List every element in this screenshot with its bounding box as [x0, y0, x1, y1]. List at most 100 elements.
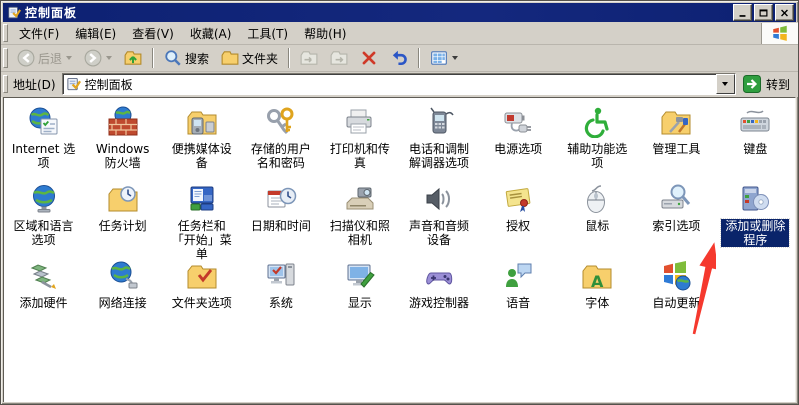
- menu-tools[interactable]: 工具(T): [239, 23, 296, 44]
- toolbar-delete-button[interactable]: [355, 46, 383, 70]
- toolbar-copy-to-button[interactable]: [325, 46, 353, 70]
- control-panel-item-accessibility[interactable]: 辅助功能选项: [558, 106, 637, 183]
- menu-view[interactable]: 查看(V): [124, 23, 182, 44]
- control-panel-item-game-controllers[interactable]: 游戏控制器: [399, 260, 478, 337]
- address-input[interactable]: 控制面板: [61, 73, 736, 95]
- control-panel-item-windows-firewall[interactable]: Windows 防火墙: [83, 106, 162, 183]
- control-panel-item-system[interactable]: 系统: [241, 260, 320, 337]
- menu-edit[interactable]: 编辑(E): [67, 23, 124, 44]
- control-panel-item-network-connections[interactable]: 网络连接: [83, 260, 162, 337]
- control-panel-item-scanners-cameras[interactable]: 扫描仪和照相机: [320, 183, 399, 260]
- minimize-button[interactable]: [733, 4, 752, 21]
- toolbar-views-button[interactable]: [425, 46, 463, 70]
- menu-bar: 文件(F) 编辑(E) 查看(V) 收藏(A) 工具(T) 帮助(H): [1, 22, 798, 45]
- portable-media-icon: [186, 106, 218, 138]
- mouse-icon: [581, 183, 613, 215]
- control-panel-item-add-remove-programs[interactable]: 添加或删除程序: [716, 183, 795, 260]
- toolbar-search-button[interactable]: 搜索: [159, 46, 214, 70]
- date-time-icon: [265, 183, 297, 215]
- control-panel-item-keyboard[interactable]: 键盘: [716, 106, 795, 183]
- control-panel-item-automatic-updates[interactable]: 自动更新: [637, 260, 716, 337]
- toolbar-back-button[interactable]: 后退: [12, 46, 77, 70]
- toolbar-grip[interactable]: [3, 47, 8, 69]
- views-icon: [430, 49, 448, 67]
- address-bar: 地址(D) 控制面板 转到: [1, 72, 798, 97]
- menubar-grip[interactable]: [3, 24, 8, 42]
- control-panel-item-scheduled-tasks[interactable]: 任务计划: [83, 183, 162, 260]
- toolbar-back-label: 后退: [38, 51, 63, 66]
- toolbar-separator: [288, 48, 291, 68]
- control-panel-item-speech[interactable]: 语音: [479, 260, 558, 337]
- go-button[interactable]: 转到: [736, 75, 798, 93]
- toolbar-separator: [418, 48, 421, 68]
- control-panel-item-display[interactable]: 显示: [320, 260, 399, 337]
- system-icon: [265, 260, 297, 292]
- folder-content-area: Internet 选项 Windows 防火墙 便携媒体设备 存储的用户名和密码 打印机…: [3, 97, 796, 402]
- chevron-down-icon: [722, 82, 729, 86]
- close-button[interactable]: [775, 4, 794, 21]
- control-panel-item-label: 显示: [347, 296, 372, 310]
- control-panel-item-power-options[interactable]: 电源选项: [479, 106, 558, 183]
- control-panel-item-label: 任务计划: [98, 219, 147, 233]
- control-panel-item-taskbar-start-menu[interactable]: 任务栏和「开始」菜单: [162, 183, 241, 261]
- maximize-button[interactable]: [754, 4, 773, 21]
- control-panel-item-label: 语音: [506, 296, 531, 310]
- folder-move-icon: [300, 49, 318, 67]
- control-panel-item-add-hardware[interactable]: 添加硬件: [4, 260, 83, 337]
- control-panel-item-label: 授权: [506, 219, 531, 233]
- accessibility-icon: [581, 106, 613, 138]
- control-panel-item-date-time[interactable]: 日期和时间: [241, 183, 320, 260]
- control-panel-item-licensing[interactable]: 授权: [479, 183, 558, 260]
- control-panel-item-indexing-options[interactable]: 索引选项: [637, 183, 716, 260]
- control-panel-item-regional-language[interactable]: 区域和语言选项: [4, 183, 83, 260]
- control-panel-item-admin-tools[interactable]: 管理工具: [637, 106, 716, 183]
- control-panel-item-printers-faxes[interactable]: 打印机和传真: [320, 106, 399, 183]
- window-title: 控制面板: [25, 6, 78, 20]
- control-panel-item-label: 日期和时间: [250, 219, 311, 233]
- control-panel-item-folder-options[interactable]: 文件夹选项: [162, 260, 241, 337]
- control-panel-item-phone-modem[interactable]: 电话和调制解调器选项: [399, 106, 478, 183]
- menu-file[interactable]: 文件(F): [11, 23, 67, 44]
- add-remove-programs-icon: [739, 183, 771, 215]
- toolbar-undo-button[interactable]: [385, 46, 413, 70]
- control-panel-item-internet-options[interactable]: Internet 选项: [4, 106, 83, 183]
- control-panel-item-label: 便携媒体设备: [171, 142, 232, 170]
- speech-icon: [502, 260, 534, 292]
- sounds-audio-icon: [423, 183, 455, 215]
- control-panel-item-label: 系统: [268, 296, 293, 310]
- control-panel-item-sounds-audio[interactable]: 声音和音频设备: [399, 183, 478, 260]
- chevron-down-icon: [66, 56, 73, 60]
- keyboard-icon: [739, 106, 771, 138]
- toolbar-move-to-button[interactable]: [295, 46, 323, 70]
- title-bar[interactable]: 控制面板: [3, 3, 796, 22]
- admin-tools-icon: [660, 106, 692, 138]
- toolbar-forward-button[interactable]: [79, 46, 117, 70]
- game-controllers-icon: [423, 260, 455, 292]
- toolbar-folders-button[interactable]: 文件夹: [216, 46, 283, 70]
- icon-grid: Internet 选项 Windows 防火墙 便携媒体设备 存储的用户名和密码 打印机…: [4, 98, 795, 337]
- address-dropdown-button[interactable]: [715, 74, 735, 94]
- control-panel-item-mouse[interactable]: 鼠标: [558, 183, 637, 260]
- control-panel-item-label: 电话和调制解调器选项: [409, 142, 470, 170]
- control-panel-item-portable-media[interactable]: 便携媒体设备: [162, 106, 241, 183]
- control-panel-item-label: 添加或删除程序: [720, 218, 791, 248]
- taskbar-start-menu-icon: [186, 183, 218, 215]
- control-panel-item-label: 声音和音频设备: [409, 219, 470, 247]
- menu-favorites[interactable]: 收藏(A): [182, 23, 240, 44]
- maximize-icon: [759, 8, 768, 17]
- windows-firewall-icon: [107, 106, 139, 138]
- control-panel-icon: [66, 77, 81, 92]
- toolbar-up-button[interactable]: [119, 46, 147, 70]
- control-panel-item-stored-passwords[interactable]: 存储的用户名和密码: [241, 106, 320, 183]
- scanners-cameras-icon: [344, 183, 376, 215]
- go-label: 转到: [765, 77, 790, 92]
- menu-help[interactable]: 帮助(H): [296, 23, 354, 44]
- control-panel-item-fonts[interactable]: A 字体: [558, 260, 637, 337]
- indexing-options-icon: [660, 183, 692, 215]
- addressbar-grip[interactable]: [3, 74, 8, 94]
- scheduled-tasks-icon: [107, 183, 139, 215]
- fonts-icon: A: [581, 260, 613, 292]
- chevron-down-icon: [106, 56, 113, 60]
- regional-language-icon: [28, 183, 60, 215]
- forward-circle-icon: [84, 49, 102, 67]
